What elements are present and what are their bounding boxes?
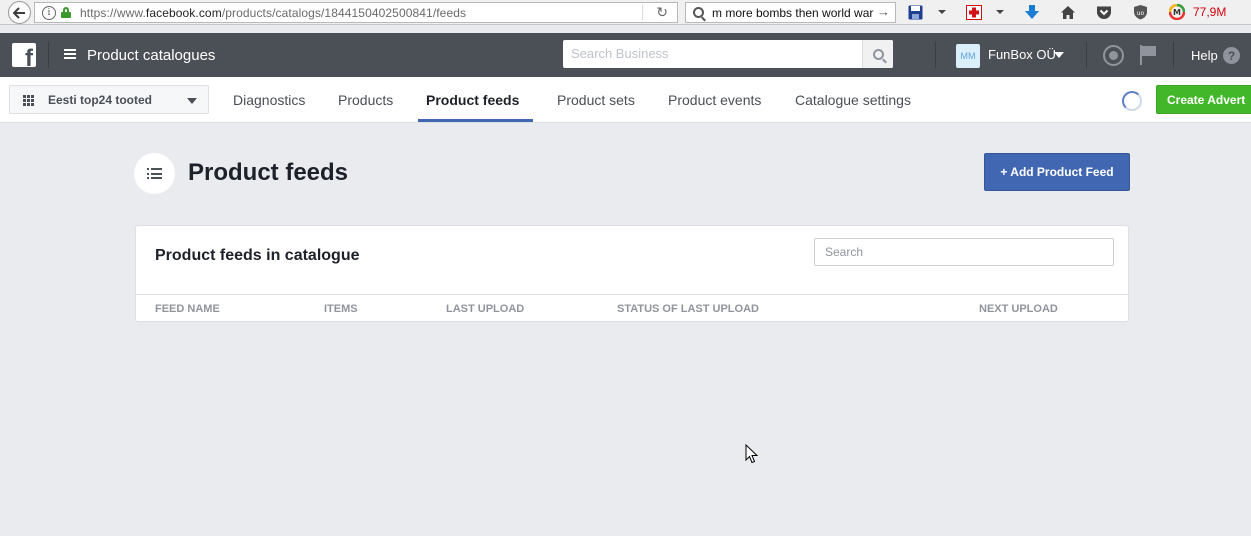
list-icon (147, 168, 162, 179)
business-manager-header: f Product catalogues MM FunBox OÜ Help ? (0, 33, 1251, 77)
save-icon[interactable] (907, 3, 923, 21)
product-feeds-card: Product feeds in catalogue FEED NAME ITE… (135, 225, 1129, 322)
feed-search-input[interactable] (814, 238, 1114, 266)
section-title[interactable]: Product catalogues (87, 47, 215, 64)
home-icon[interactable] (1059, 3, 1077, 21)
download-icon[interactable] (1023, 3, 1041, 21)
create-advert-button[interactable]: Create Advert (1156, 85, 1251, 114)
column-header-feed-name[interactable]: FEED NAME (155, 303, 220, 315)
first-aid-icon[interactable] (965, 3, 982, 21)
tab-product-events[interactable]: Product events (668, 77, 761, 122)
globe-icon[interactable] (1103, 45, 1124, 66)
help-icon[interactable]: ? (1223, 47, 1240, 64)
column-header-items[interactable]: ITEMS (324, 303, 358, 315)
table-header: FEED NAME ITEMS LAST UPLOAD STATUS OF LA… (136, 294, 1128, 322)
search-icon (693, 7, 704, 18)
memory-monitor-icon[interactable]: M (1168, 3, 1186, 21)
tab-catalogue-settings[interactable]: Catalogue settings (795, 77, 911, 122)
tab-product-sets[interactable]: Product sets (557, 77, 635, 122)
business-search-button[interactable] (862, 40, 893, 68)
column-header-last-upload[interactable]: LAST UPLOAD (446, 303, 524, 315)
menu-icon[interactable] (64, 49, 76, 59)
column-header-status[interactable]: STATUS OF LAST UPLOAD (617, 303, 759, 315)
pocket-icon[interactable] (1095, 3, 1113, 21)
flag-icon[interactable] (1140, 45, 1157, 65)
browser-search-box[interactable]: m more bombs then world war → (685, 2, 896, 23)
card-title: Product feeds in catalogue (155, 247, 360, 264)
tab-diagnostics[interactable]: Diagnostics (233, 77, 305, 122)
add-product-feed-button[interactable]: + Add Product Feed (984, 153, 1130, 191)
svg-text:M: M (1173, 8, 1181, 17)
memory-readout: 77,9M (1193, 5, 1227, 19)
reload-icon[interactable]: ↻ (656, 4, 668, 21)
browser-search-text: m more bombs then world war (712, 5, 874, 20)
chevron-down-icon[interactable] (1054, 52, 1064, 58)
catalogue-selector[interactable]: Eesti top24 tooted (9, 85, 209, 114)
help-link[interactable]: Help (1191, 48, 1218, 63)
browser-toolbar: i https://www.facebook.com/products/cata… (0, 0, 1251, 25)
ublock-icon[interactable]: uo (1131, 3, 1149, 21)
address-bar[interactable]: i https://www.facebook.com/products/cata… (34, 2, 678, 23)
facebook-logo[interactable]: f (12, 43, 36, 67)
tab-products[interactable]: Products (338, 77, 393, 122)
mouse-cursor-icon (745, 444, 759, 464)
svg-text:uo: uo (1136, 10, 1144, 17)
business-search-input[interactable] (571, 46, 871, 61)
catalogue-nav: Eesti top24 tooted Diagnostics Products … (0, 77, 1251, 123)
page-title: Product feeds (188, 159, 349, 186)
catalogue-name: Eesti top24 tooted (48, 93, 153, 107)
column-header-next-upload[interactable]: NEXT UPLOAD (979, 303, 1058, 315)
arrow-left-icon (13, 6, 25, 19)
lock-icon (61, 7, 71, 18)
save-dropdown-icon[interactable] (938, 10, 946, 14)
grid-icon (23, 95, 34, 106)
avatar[interactable]: MM (956, 44, 980, 68)
search-icon (872, 48, 884, 60)
tab-product-feeds[interactable]: Product feeds (418, 77, 533, 122)
page-icon (134, 153, 175, 194)
go-arrow-icon[interactable]: → (877, 4, 890, 19)
back-button[interactable] (8, 1, 31, 24)
url-text: https://www.facebook.com/products/catalo… (80, 5, 467, 20)
loading-spinner-icon (1122, 91, 1142, 111)
info-icon[interactable]: i (42, 5, 56, 20)
business-search (563, 40, 893, 68)
addon-dropdown-icon[interactable] (996, 10, 1004, 14)
chevron-down-icon (187, 98, 197, 104)
account-name[interactable]: FunBox OÜ (988, 47, 1056, 62)
